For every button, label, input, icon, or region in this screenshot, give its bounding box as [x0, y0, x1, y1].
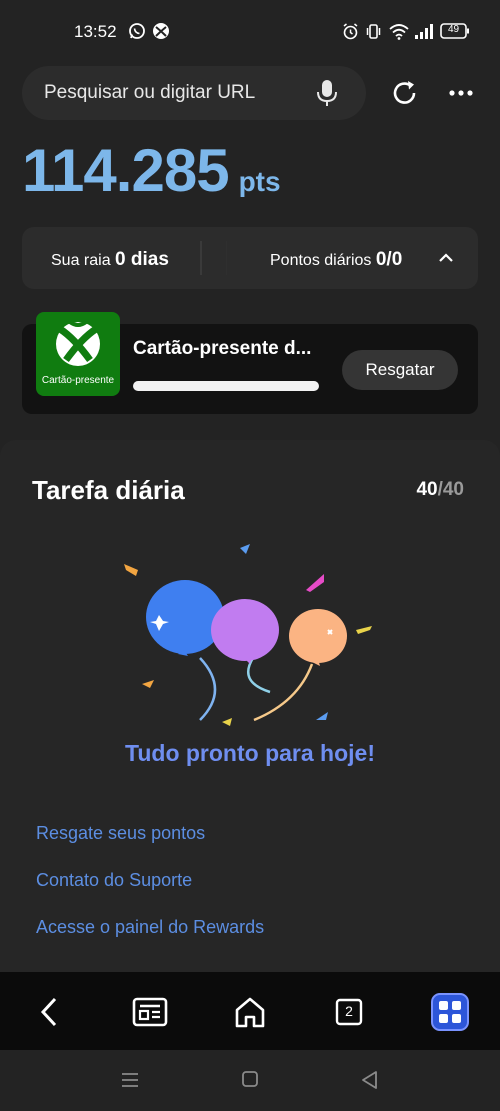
rewards-dashboard-link[interactable]: Acesse o painel do Rewards	[36, 917, 264, 938]
microphone-icon[interactable]	[316, 79, 338, 112]
recent-apps-icon[interactable]	[120, 1070, 140, 1095]
daily-points-label: Pontos diários	[270, 252, 372, 269]
battery-icon: 49	[440, 22, 470, 40]
divider	[200, 241, 202, 275]
status-bar: 13:52 49	[0, 0, 500, 64]
streak-info: Sua raia 0 dias	[51, 249, 169, 271]
redeem-button[interactable]: Resgatar	[342, 350, 458, 390]
tabs-button[interactable]: 2	[327, 990, 371, 1034]
status-time: 13:52	[74, 22, 117, 41]
home-icon[interactable]	[228, 990, 272, 1034]
xbox-gift-thumbnail: Cartão-presente	[36, 312, 120, 396]
divider	[226, 241, 227, 275]
gift-thumb-label: Cartão-presente	[41, 375, 115, 386]
task-title: Tarefa diária	[32, 475, 185, 505]
support-contact-link[interactable]: Contato do Suporte	[36, 870, 192, 891]
daily-points-info: Pontos diários 0/0	[270, 249, 402, 271]
gift-progress-bar	[133, 381, 319, 391]
points-unit: pts	[238, 166, 281, 197]
wifi-icon	[389, 22, 409, 40]
daily-points-value: 0/0	[375, 249, 403, 270]
system-home-icon[interactable]	[241, 1070, 259, 1093]
streak-card[interactable]: Sua raia 0 dias Pontos diários 0/0	[22, 227, 478, 289]
daily-task-panel: Tarefa diária 40/40 Tudo pronto para hoj…	[0, 440, 500, 972]
task-total: 40	[442, 479, 464, 500]
signal-icon	[414, 22, 434, 40]
vibrate-icon	[365, 22, 382, 40]
apps-grid-icon[interactable]	[428, 990, 472, 1034]
reload-icon[interactable]	[390, 78, 420, 113]
chevron-up-icon[interactable]	[438, 251, 454, 269]
gift-card[interactable]: Cartão-presente Cartão-presente d... Res…	[22, 312, 478, 414]
news-feed-icon[interactable]	[128, 990, 172, 1034]
search-input[interactable]: Pesquisar ou digitar URL	[44, 82, 255, 104]
streak-label: Sua raia	[51, 252, 111, 269]
task-count: 40/40	[416, 479, 464, 501]
points-total: 114.285 pts	[22, 136, 281, 210]
points-value: 114.285	[22, 137, 230, 204]
gift-title: Cartão-presente d...	[133, 338, 312, 359]
all-done-message: Tudo pronto para hoje!	[125, 740, 375, 766]
alarm-icon	[342, 22, 359, 40]
battery-level: 49	[448, 24, 460, 35]
system-navigation-bar	[0, 1050, 500, 1111]
xbox-status-icon	[152, 22, 170, 40]
redeem-points-link[interactable]: Resgate seus pontos	[36, 823, 205, 844]
more-options-icon[interactable]	[448, 84, 474, 107]
address-bar[interactable]: Pesquisar ou digitar URL	[22, 66, 366, 120]
bottom-navigation: 2	[0, 972, 500, 1050]
back-icon[interactable]	[27, 990, 71, 1034]
system-back-icon[interactable]	[360, 1070, 378, 1095]
task-done: 40	[416, 479, 438, 500]
streak-value: 0 dias	[115, 249, 169, 270]
balloons-illustration	[124, 544, 372, 726]
whatsapp-icon	[128, 22, 146, 40]
tabs-count: 2	[345, 1003, 353, 1019]
